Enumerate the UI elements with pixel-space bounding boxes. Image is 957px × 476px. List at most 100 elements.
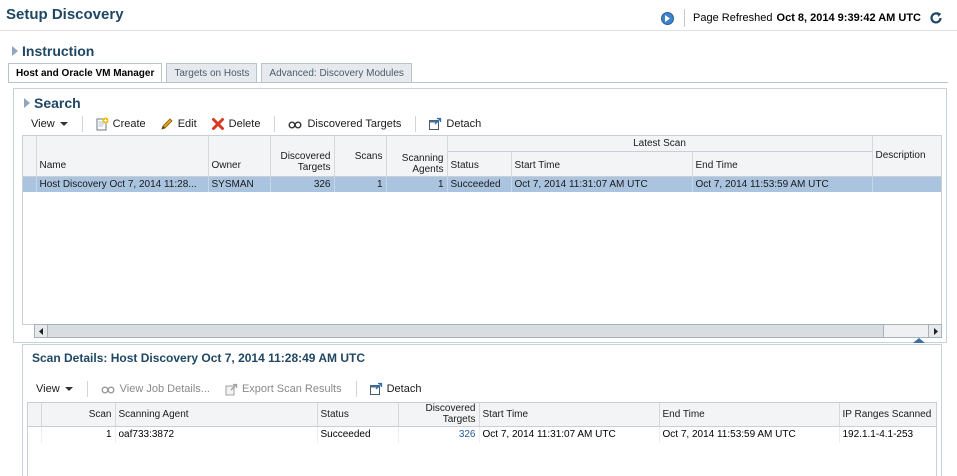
- scan-details-toolbar: View View Job Details... Export Scan Res…: [36, 381, 435, 397]
- create-label: Create: [112, 118, 146, 130]
- column-group-latest-scan: Latest Scan: [447, 136, 873, 152]
- delete-label: Delete: [228, 118, 261, 130]
- cell-start-time: Oct 7, 2014 11:31:07 AM UTC: [479, 426, 660, 443]
- search-toolbar: View Create Edit Delete Discovered Targe…: [31, 116, 495, 132]
- column-header-line: Discovered: [280, 150, 331, 162]
- delete-x-icon: [211, 118, 224, 130]
- reload-icon[interactable]: [929, 11, 943, 25]
- export-icon: [225, 383, 238, 396]
- column-header-end-time[interactable]: End Time: [659, 403, 840, 427]
- glasses-icon: [288, 121, 302, 129]
- tab-divider: [8, 82, 948, 83]
- column-header-discovered-targets[interactable]: Discovered Targets: [270, 136, 335, 177]
- scroll-right-button[interactable]: [928, 325, 941, 337]
- play-icon[interactable]: [661, 11, 675, 25]
- scan-details-table: Scan Scanning Agent Status Discovered Tar…: [28, 403, 936, 443]
- tab-host-and-oracle-vm-manager[interactable]: Host and Oracle VM Manager: [8, 63, 163, 83]
- table-row[interactable]: 1 oaf733:3872 Succeeded 326 Oct 7, 2014 …: [28, 426, 936, 443]
- detach-button[interactable]: Detach: [369, 382, 422, 396]
- discovered-targets-button[interactable]: Discovered Targets: [287, 117, 401, 131]
- column-header-scan[interactable]: Scan: [41, 403, 116, 427]
- arrow-left-icon: [38, 327, 43, 335]
- scrollbar-track[interactable]: [884, 325, 928, 337]
- view-menu[interactable]: View: [31, 118, 68, 130]
- toolbar-divider: [81, 116, 83, 132]
- toolbar-divider: [355, 381, 357, 397]
- create-button[interactable]: Create: [95, 117, 146, 131]
- cell-end-time: Oct 7, 2014 11:53:59 AM UTC: [659, 426, 840, 443]
- column-header-line: Agents: [412, 163, 444, 175]
- tab-advanced-discovery-modules[interactable]: Advanced: Discovery Modules: [261, 63, 412, 82]
- splitter-handle-icon[interactable]: [913, 338, 925, 343]
- expand-triangle-icon: [24, 98, 30, 108]
- column-header-start-time[interactable]: Start Time: [479, 403, 660, 427]
- view-job-details-label: View Job Details...: [119, 383, 210, 395]
- search-table: Name Owner Discovered Targets Scans Scann…: [23, 136, 941, 192]
- scroll-left-button[interactable]: [35, 325, 48, 337]
- search-toggle[interactable]: Search: [24, 95, 81, 111]
- column-header-line: Targets: [442, 414, 476, 426]
- column-header-owner[interactable]: Owner: [208, 136, 271, 177]
- cell-status: Succeeded: [317, 426, 399, 443]
- search-label: Search: [34, 95, 81, 111]
- search-table-region: Name Owner Discovered Targets Scans Scann…: [22, 135, 942, 325]
- cell-end-time: Oct 7, 2014 11:53:59 AM UTC: [692, 176, 873, 192]
- view-menu[interactable]: View: [36, 383, 73, 395]
- column-header-line: Scanning: [401, 152, 444, 164]
- row-selector-header: [23, 136, 37, 177]
- cell-owner: SYSMAN: [208, 176, 271, 192]
- table-row[interactable]: Host Discovery Oct 7, 2014 11:28... SYSM…: [23, 176, 941, 192]
- cell-name: Host Discovery Oct 7, 2014 11:28...: [36, 176, 209, 192]
- cell-scanning-agent: oaf733:3872: [115, 426, 318, 443]
- toolbar-divider: [86, 381, 88, 397]
- tab-targets-on-hosts[interactable]: Targets on Hosts: [166, 63, 258, 82]
- detach-button[interactable]: Detach: [428, 117, 481, 131]
- cell-scanning-agents: 1: [386, 176, 448, 192]
- column-header-discovered-targets[interactable]: Discovered Targets: [398, 403, 480, 427]
- pencil-icon: [161, 118, 173, 130]
- cell-description: [872, 176, 941, 192]
- column-header-ip-ranges-scanned[interactable]: IP Ranges Scanned: [839, 403, 936, 427]
- scan-details-table-region: Scan Scanning Agent Status Discovered Tar…: [27, 402, 937, 476]
- scan-details-title: Scan Details: Host Discovery Oct 7, 2014…: [32, 351, 366, 365]
- column-header-status[interactable]: Status: [317, 403, 399, 427]
- delete-button[interactable]: Delete: [211, 117, 261, 131]
- export-scan-results-button[interactable]: Export Scan Results: [224, 382, 342, 396]
- cell-discovered-targets-link[interactable]: 326: [398, 426, 480, 443]
- cell-start-time: Oct 7, 2014 11:31:07 AM UTC: [511, 176, 693, 192]
- chevron-down-icon: [59, 122, 68, 126]
- edit-button[interactable]: Edit: [160, 117, 197, 131]
- edit-label: Edit: [177, 118, 197, 130]
- horizontal-scrollbar[interactable]: [34, 324, 942, 338]
- column-header-start-time[interactable]: Start Time: [511, 151, 693, 177]
- instruction-toggle[interactable]: Instruction: [12, 43, 94, 59]
- column-header-scanning-agent[interactable]: Scanning Agent: [115, 403, 318, 427]
- detach-label: Detach: [386, 383, 422, 395]
- column-header-name[interactable]: Name: [36, 136, 209, 177]
- cell-scan: 1: [41, 426, 116, 443]
- expand-triangle-icon: [12, 46, 18, 56]
- column-header-status[interactable]: Status: [447, 151, 512, 177]
- view-label: View: [31, 118, 55, 130]
- column-header-line: Discovered: [425, 403, 476, 415]
- detach-icon: [369, 382, 382, 395]
- row-selector[interactable]: [28, 426, 42, 443]
- column-header-scanning-agents[interactable]: Scanning Agents: [386, 136, 448, 177]
- detach-label: Detach: [446, 118, 482, 130]
- chevron-down-icon: [64, 387, 73, 391]
- column-header-scans[interactable]: Scans: [334, 136, 387, 177]
- refresh-area: Page Refreshed Oct 8, 2014 9:39:42 AM UT…: [661, 9, 943, 27]
- column-header-description[interactable]: Description: [872, 136, 941, 177]
- refresh-time: Oct 8, 2014 9:39:42 AM UTC: [776, 12, 921, 24]
- header-divider: [0, 30, 957, 31]
- toolbar-divider: [415, 116, 417, 132]
- scrollbar-thumb[interactable]: [48, 325, 884, 337]
- row-selector[interactable]: [23, 176, 37, 192]
- view-job-details-button[interactable]: View Job Details...: [100, 382, 210, 396]
- cell-status: Succeeded: [447, 176, 512, 192]
- cell-scans: 1: [334, 176, 387, 192]
- column-header-end-time[interactable]: End Time: [692, 151, 873, 177]
- page-title: Setup Discovery: [6, 6, 124, 23]
- cell-ip-ranges: 192.1.1-4.1-253: [839, 426, 936, 443]
- arrow-right-icon: [933, 327, 938, 335]
